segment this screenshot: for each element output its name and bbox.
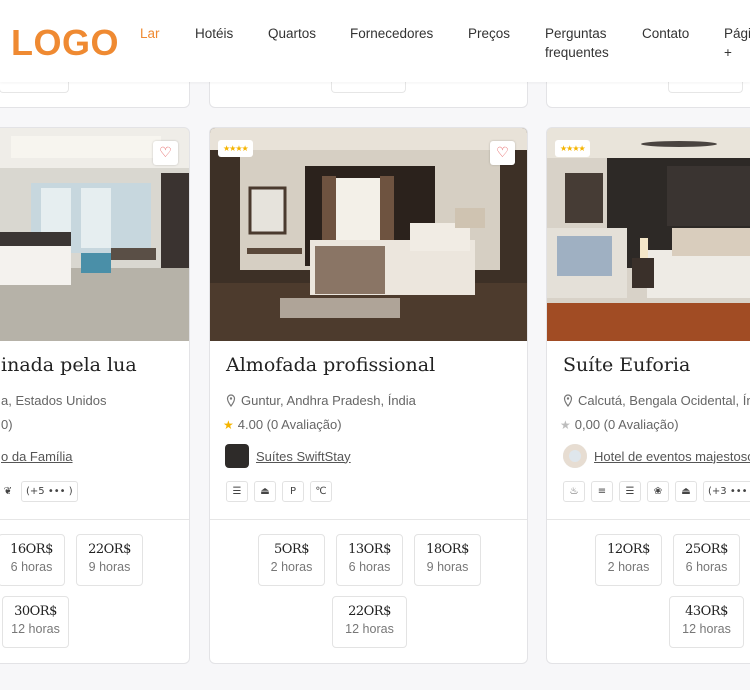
spa-icon: ♨ [563,481,585,502]
site-logo[interactable]: LOGO [11,22,119,64]
price-amount: 30OR$ [14,604,57,619]
price-option[interactable]: 22OR$ 9 horas [76,534,143,586]
hotel-rating: 0) [1,417,13,432]
price-amount: 18OR$ [426,542,469,557]
price-duration: 9 horas [426,560,469,574]
price-amount: 43OR$ [685,604,728,619]
price-option[interactable]: 22OR$ 12 horas [332,596,407,648]
price-option[interactable]: 13OR$ 6 horas [336,534,403,586]
price-amount: 12OR$ [607,542,650,557]
hotel-title[interactable]: inada pela lua [1,354,137,376]
card-divider [0,519,189,520]
nav-faq[interactable]: Perguntas frequentes [545,24,609,62]
rating-text: 0,00 (0 Avaliação) [574,417,679,432]
amenities-row: ❦ (+5 ••• ) [1,481,78,502]
hotel-rating: ★ 0,00 (0 Avaliação) [560,417,679,432]
price-duration: 2 horas [607,560,650,574]
pool-icon: ⏏ [254,481,276,502]
rating-text: 4.00 (0 Avaliação) [237,417,342,432]
star-rating-badge: ★★★★ [555,140,590,157]
nav-faq-line1: Perguntas [545,26,607,41]
hotel-card[interactable]: ★★★★ Suíte Euforia Calcutá, Bengala Ocid… [546,127,750,664]
favorite-heart-icon[interactable]: ♡ [490,141,515,165]
star-rating-badge: ★★★★ [218,140,253,157]
hotel-title[interactable]: Almofada profissional [226,354,435,376]
gym-icon: ≡ [591,481,613,502]
price-option[interactable]: 5OR$ 2 horas [258,534,325,586]
nav-hotels[interactable]: Hotéis [195,24,233,43]
price-amount: 25OR$ [685,542,728,557]
price-duration: 12 horas [11,622,60,636]
nav-pages-label: Pági [724,26,750,41]
hotel-photo[interactable]: ♡ [0,128,189,341]
location-text: Guntur, Andhra Pradesh, Índia [241,393,416,408]
hotel-card[interactable]: ★★★★ ♡ Almofada profissional Guntur, And… [209,127,528,664]
nav-contact[interactable]: Contato [642,24,689,43]
rating-star-icon: ★ [560,418,571,432]
price-duration: 6 horas [348,560,391,574]
restaurant-icon: ☰ [619,481,641,502]
pool-icon: ⏏ [675,481,697,502]
location-text: Calcutá, Bengala Ocidental, Ín [578,393,750,408]
card-divider [210,519,527,520]
thermometer-icon: ℃ [310,481,332,502]
nav-prices[interactable]: Preços [468,24,510,43]
hotel-title[interactable]: Suíte Euforia [563,354,690,376]
restaurant-icon: ☰ [226,481,248,502]
price-amount: 5OR$ [274,542,310,557]
price-duration: 6 horas [10,560,53,574]
price-duration: 6 horas [685,560,728,574]
supplier-link[interactable]: o da Família [1,444,73,468]
more-amenities-badge[interactable]: (+3 ••• ) [703,481,750,502]
price-option[interactable]: 12OR$ 2 horas [595,534,662,586]
price-option[interactable]: 43OR$ 12 horas [669,596,744,648]
hotel-photo[interactable]: ★★★★ [547,128,750,341]
price-duration: 9 horas [88,560,131,574]
amenities-row: ☰ ⏏ P ℃ [226,481,332,502]
favorite-heart-icon[interactable]: ♡ [153,141,178,165]
bowl-icon: ❀ [647,481,669,502]
nav-pages-plus: + [724,45,732,60]
amenities-row: ♨ ≡ ☰ ❀ ⏏ (+3 ••• ) [563,481,750,502]
location-pin-icon [563,394,573,407]
nav-suppliers[interactable]: Fornecedores [350,24,433,43]
hotel-location: Guntur, Andhra Pradesh, Índia [226,393,416,408]
room-image-2 [210,128,527,341]
price-option[interactable]: 30OR$ 12 horas [2,596,69,648]
hotel-location: Calcutá, Bengala Ocidental, Ín [563,393,750,408]
supplier-name[interactable]: Suítes SwiftStay [256,449,351,464]
bowl-icon: ❦ [3,486,13,497]
rating-star-icon: ★ [223,418,234,432]
hotel-location: a, Estados Unidos [1,393,107,408]
supplier-link[interactable]: Suítes SwiftStay [225,444,351,468]
supplier-logo [225,444,249,468]
price-amount: 13OR$ [348,542,391,557]
nav-faq-line2: frequentes [545,45,609,60]
card-divider [547,519,750,520]
supplier-name[interactable]: Hotel de eventos majestoso [594,449,750,464]
hotel-rating: ★ 4.00 (0 Avaliação) [223,417,342,432]
price-duration: 12 horas [345,622,394,636]
room-image-3 [547,128,750,341]
more-amenities-badge[interactable]: (+5 ••• ) [21,481,78,502]
site-header: LOGO Lar Hotéis Quartos Fornecedores Pre… [0,0,750,82]
price-option[interactable]: 18OR$ 9 horas [414,534,481,586]
location-pin-icon [226,394,236,407]
nav-home[interactable]: Lar [140,24,160,43]
price-duration: 12 horas [682,622,731,636]
supplier-logo [563,444,587,468]
hotel-photo[interactable]: ★★★★ ♡ [210,128,527,341]
price-option[interactable]: 25OR$ 6 horas [673,534,740,586]
parking-icon: P [282,481,304,502]
price-amount: 22OR$ [348,604,391,619]
price-option[interactable]: 16OR$ 6 horas [0,534,65,586]
price-amount: 16OR$ [10,542,53,557]
supplier-link[interactable]: Hotel de eventos majestoso [563,444,750,468]
hotel-card[interactable]: ♡ inada pela lua a, Estados Unidos 0) o … [0,127,190,664]
nav-pages[interactable]: Pági + [724,24,750,62]
price-duration: 2 horas [270,560,313,574]
supplier-name[interactable]: o da Família [1,449,73,464]
price-amount: 22OR$ [88,542,131,557]
nav-rooms[interactable]: Quartos [268,24,316,43]
